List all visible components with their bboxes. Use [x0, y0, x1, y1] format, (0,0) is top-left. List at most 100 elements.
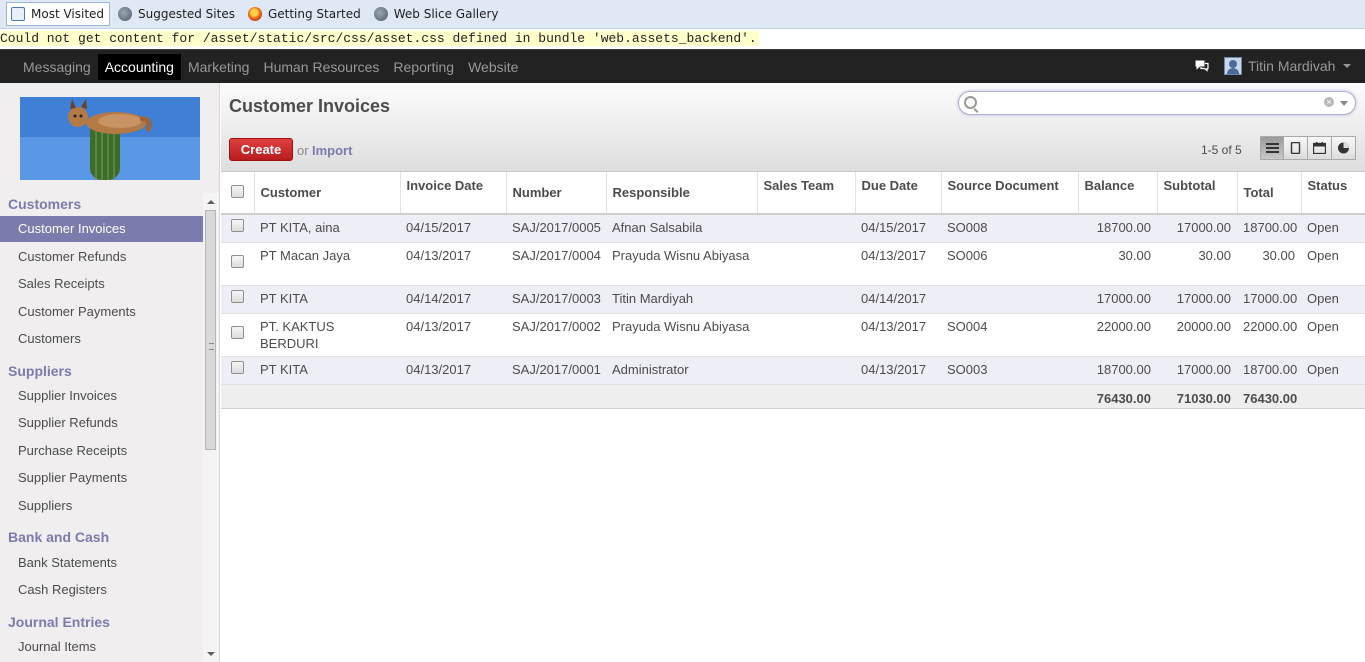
totals-spacer — [254, 383, 400, 409]
scroll-up-icon[interactable] — [207, 200, 215, 204]
favorite-suggested-sites[interactable]: Suggested Sites — [114, 3, 240, 25]
form-view-button[interactable] — [1284, 136, 1308, 160]
sidebar-item-cash-registers[interactable]: Cash Registers — [0, 577, 203, 603]
sidebar-item-purchase-receipts[interactable]: Purchase Receipts — [0, 438, 203, 464]
section-suppliers[interactable]: Suppliers — [8, 363, 72, 379]
calendar-view-button[interactable] — [1308, 136, 1332, 160]
section-journal-entries[interactable]: Journal Entries — [8, 614, 110, 630]
column-header-due-date[interactable]: Due Date — [855, 172, 942, 215]
sidebar-item-supplier-invoices[interactable]: Supplier Invoices — [0, 383, 203, 409]
menu-accounting[interactable]: Accounting — [97, 54, 181, 80]
menu-reporting[interactable]: Reporting — [386, 54, 461, 80]
column-header-invoice-date[interactable]: Invoice Date — [400, 172, 507, 215]
table-row[interactable]: PT. KAKTUS BERDURI 04/13/2017 SAJ/2017/0… — [221, 313, 1365, 357]
favorite-label: Getting Started — [267, 7, 361, 21]
row-checkbox[interactable] — [231, 289, 244, 303]
sidebar-item-journal-items[interactable]: Journal Items — [0, 634, 203, 660]
cell-due-date: 04/14/2017 — [855, 285, 941, 314]
sidebar-item-sales-receipts[interactable]: Sales Receipts — [0, 271, 203, 297]
cell-subtotal: 20000.00 — [1157, 313, 1237, 357]
menu-messaging[interactable]: Messaging — [16, 54, 98, 80]
cell-subtotal: 17000.00 — [1157, 214, 1237, 243]
column-header-subtotal[interactable]: Subtotal — [1157, 172, 1238, 215]
chat-icon[interactable] — [1195, 60, 1209, 72]
cell-invoice-date: 04/13/2017 — [400, 242, 506, 286]
menu-marketing[interactable]: Marketing — [181, 54, 256, 80]
column-header-number[interactable]: Number — [506, 172, 607, 215]
cell-status: Open — [1301, 214, 1365, 243]
table-row[interactable]: PT KITA 04/13/2017 SAJ/2017/0001 Adminis… — [221, 356, 1365, 385]
favorites-bar: Most Visited Suggested Sites Getting Sta… — [0, 0, 1365, 29]
column-header-responsible[interactable]: Responsible — [606, 172, 758, 215]
favorite-getting-started[interactable]: Getting Started — [244, 3, 366, 25]
section-bank-and-cash[interactable]: Bank and Cash — [8, 529, 109, 545]
cell-due-date: 04/13/2017 — [855, 313, 941, 357]
totals-spacer — [506, 383, 606, 409]
row-checkbox[interactable] — [231, 325, 244, 339]
table-row[interactable]: PT Macan Jaya 04/13/2017 SAJ/2017/0004 P… — [221, 242, 1365, 286]
cell-source-document: SO008 — [941, 214, 1078, 243]
search-options-dropdown-icon[interactable] — [1340, 101, 1348, 106]
sidebar-item-customer-payments[interactable]: Customer Payments — [0, 299, 203, 325]
cell-number: SAJ/2017/0004 — [506, 242, 606, 286]
import-link[interactable]: Import — [312, 143, 352, 158]
user-menu[interactable]: Titin Mardivah — [1224, 57, 1352, 75]
sidebar-item-customer-refunds[interactable]: Customer Refunds — [0, 244, 203, 270]
menu-website[interactable]: Website — [461, 54, 525, 80]
cell-invoice-date: 04/14/2017 — [400, 285, 506, 314]
globe-icon — [118, 7, 133, 21]
chevron-down-icon — [1343, 64, 1352, 68]
favorite-web-slice-gallery[interactable]: Web Slice Gallery — [370, 3, 504, 25]
logo-image — [20, 97, 200, 180]
row-checkbox[interactable] — [231, 360, 244, 374]
sidebar-item-customer-invoices[interactable]: Customer Invoices — [0, 216, 203, 242]
row-select-cell — [221, 242, 254, 286]
create-button[interactable]: Create — [229, 138, 293, 161]
cell-number: SAJ/2017/0003 — [506, 285, 606, 314]
total-total: 76430.00 — [1237, 383, 1301, 409]
cell-source-document: SO004 — [941, 313, 1078, 357]
cell-due-date: 04/13/2017 — [855, 356, 941, 385]
cell-source-document: SO006 — [941, 242, 1078, 286]
menu-human-resources[interactable]: Human Resources — [256, 54, 386, 80]
cell-customer: PT Macan Jaya — [254, 242, 400, 286]
cell-balance: 30.00 — [1078, 242, 1157, 286]
sidebar-item-supplier-payments[interactable]: Supplier Payments — [0, 465, 203, 491]
sidebar-item-customers[interactable]: Customers — [0, 326, 203, 352]
table-header-row: Customer Invoice Date Number Responsible… — [221, 172, 1365, 215]
total-subtotal: 71030.00 — [1157, 383, 1237, 409]
cell-sales-team — [757, 242, 855, 286]
cell-total: 22000.00 — [1237, 313, 1301, 357]
row-checkbox[interactable] — [231, 219, 244, 232]
row-checkbox[interactable] — [231, 254, 244, 268]
column-header-balance[interactable]: Balance — [1078, 172, 1158, 215]
sidebar-item-supplier-refunds[interactable]: Supplier Refunds — [0, 410, 203, 436]
section-customers[interactable]: Customers — [8, 196, 81, 212]
column-header-total[interactable]: Total — [1237, 172, 1302, 215]
search-box[interactable]: × — [958, 91, 1356, 115]
column-header-sales-team[interactable]: Sales Team — [757, 172, 856, 215]
sidebar-item-bank-statements[interactable]: Bank Statements — [0, 550, 203, 576]
row-select-cell — [221, 356, 254, 385]
select-all-checkbox[interactable] — [230, 184, 244, 198]
column-header-source-document[interactable]: Source Document — [941, 172, 1079, 215]
sidebar-item-suppliers[interactable]: Suppliers — [0, 493, 203, 519]
column-header-status[interactable]: Status — [1301, 172, 1365, 215]
pager-value[interactable]: 1-5 of 5 — [1201, 143, 1242, 157]
column-header-customer[interactable]: Customer — [254, 172, 401, 215]
row-select-cell — [221, 313, 254, 357]
list-view-button[interactable] — [1260, 136, 1284, 160]
search-input[interactable] — [979, 94, 1299, 112]
graph-view-button[interactable] — [1332, 136, 1356, 160]
cell-number: SAJ/2017/0001 — [506, 356, 606, 385]
sidebar-scrollbar[interactable] — [203, 193, 219, 662]
clear-search-icon[interactable]: × — [1324, 97, 1334, 107]
cell-total: 17000.00 — [1237, 285, 1301, 314]
table-row[interactable]: PT KITA 04/14/2017 SAJ/2017/0003 Titin M… — [221, 285, 1365, 314]
scroll-down-icon[interactable] — [207, 652, 215, 656]
favorite-label: Suggested Sites — [138, 7, 235, 21]
table-row[interactable]: PT KITA, aina 04/15/2017 SAJ/2017/0005 A… — [221, 214, 1365, 243]
favorite-most-visited[interactable]: Most Visited — [6, 2, 111, 26]
totals-spacer — [757, 383, 855, 409]
scrollbar-thumb[interactable] — [205, 210, 216, 450]
